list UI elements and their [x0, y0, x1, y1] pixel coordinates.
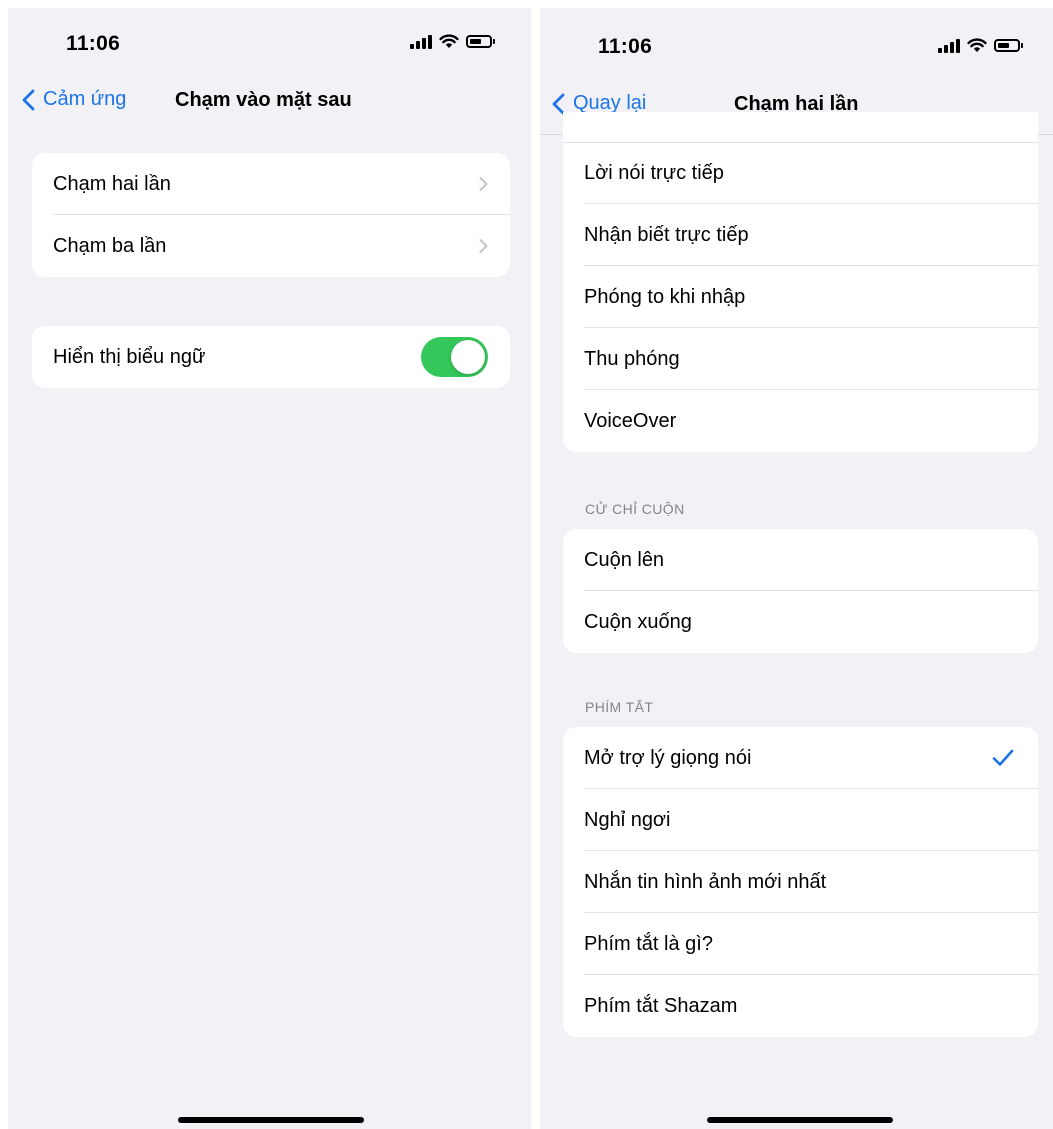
list-item-label: Nhận biết trực tiếp	[584, 223, 749, 246]
show-banner-label: Hiển thị biểu ngữ	[53, 345, 206, 368]
list-item-label: Cuộn xuống	[584, 610, 692, 633]
list-item-label: Phím tắt là gì?	[584, 932, 713, 955]
list-item-triple-tap[interactable]: Chạm ba lần	[32, 215, 510, 277]
section-header-scroll-gestures: CỬ CHỈ CUỘN	[585, 501, 685, 517]
wifi-icon	[439, 34, 459, 48]
home-indicator	[178, 1117, 364, 1123]
accessibility-actions-group: Lời nói trực tiếp Nhận biết trực tiếp Ph…	[563, 112, 1038, 452]
back-button[interactable]: Cảm ứng	[22, 88, 126, 111]
list-item-label: Thu phóng	[584, 347, 680, 370]
battery-icon	[994, 39, 1023, 52]
list-item-selected[interactable]: Mở trợ lý giọng nói	[563, 727, 1038, 789]
list-item-label: Nhắn tin hình ảnh mới nhất	[584, 870, 827, 893]
page-title: Chạm vào mặt sau	[175, 89, 352, 111]
shortcuts-group: Mở trợ lý giọng nói Nghỉ ngơi Nhắn tin h…	[563, 727, 1038, 1037]
list-item[interactable]: Nhắn tin hình ảnh mới nhất	[563, 851, 1038, 913]
battery-icon	[466, 35, 495, 48]
list-item-label: Phím tắt Shazam	[584, 994, 738, 1017]
list-item[interactable]: Phím tắt Shazam	[563, 975, 1038, 1037]
status-icons	[410, 34, 495, 49]
row-divider	[563, 142, 1038, 143]
home-indicator	[707, 1117, 893, 1123]
section-header-shortcuts: PHÍM TẮT	[585, 699, 654, 715]
tap-options-group: Chạm hai lần Chạm ba lần	[32, 153, 510, 277]
wifi-icon	[967, 38, 987, 52]
banner-group: Hiển thị biểu ngữ	[32, 326, 510, 388]
chevron-right-icon	[479, 239, 488, 253]
list-item-label: Phóng to khi nhập	[584, 285, 746, 308]
status-icons	[938, 38, 1023, 53]
screen-double-tap-settings: 11:06 Quay lại Chạm hai lần Lời nói trực…	[540, 8, 1053, 1129]
back-button-label: Cảm ứng	[43, 88, 127, 110]
list-item-label: Nghỉ ngơi	[584, 808, 671, 831]
checkmark-icon	[992, 749, 1014, 766]
signal-icon	[938, 38, 960, 53]
status-time: 11:06	[66, 32, 121, 55]
chevron-left-icon	[22, 89, 35, 110]
list-item-label: Chạm hai lần	[53, 172, 171, 195]
scroll-gestures-group: Cuộn lên Cuộn xuống	[563, 529, 1038, 653]
status-time: 11:06	[598, 35, 653, 58]
list-item-label: Lời nói trực tiếp	[584, 161, 724, 184]
list-item[interactable]: Nghỉ ngơi	[563, 789, 1038, 851]
list-item[interactable]: VoiceOver	[563, 390, 1038, 452]
list-item[interactable]: Thu phóng	[563, 328, 1038, 390]
show-banner-row: Hiển thị biểu ngữ	[32, 326, 510, 388]
list-item[interactable]: Phím tắt là gì?	[563, 913, 1038, 975]
screen-back-tap-settings: 11:06 Cảm ứng Chạm vào mặt sau Chạm hai …	[8, 8, 531, 1129]
list-item[interactable]: Nhận biết trực tiếp	[563, 204, 1038, 266]
show-banner-toggle[interactable]	[421, 337, 488, 377]
signal-icon	[410, 34, 432, 49]
list-item[interactable]: Phóng to khi nhập	[563, 266, 1038, 328]
list-item[interactable]: Cuộn xuống	[563, 591, 1038, 653]
list-item-label: VoiceOver	[584, 409, 677, 432]
list-item-double-tap[interactable]: Chạm hai lần	[32, 153, 510, 215]
list-item[interactable]: Cuộn lên	[563, 529, 1038, 591]
toggle-knob	[451, 340, 485, 374]
list-item[interactable]: Lời nói trực tiếp	[563, 142, 1038, 204]
list-item-label: Chạm ba lần	[53, 234, 167, 257]
chevron-right-icon	[479, 177, 488, 191]
list-item-label: Cuộn lên	[584, 548, 665, 571]
list-item-label: Mở trợ lý giọng nói	[584, 746, 752, 769]
